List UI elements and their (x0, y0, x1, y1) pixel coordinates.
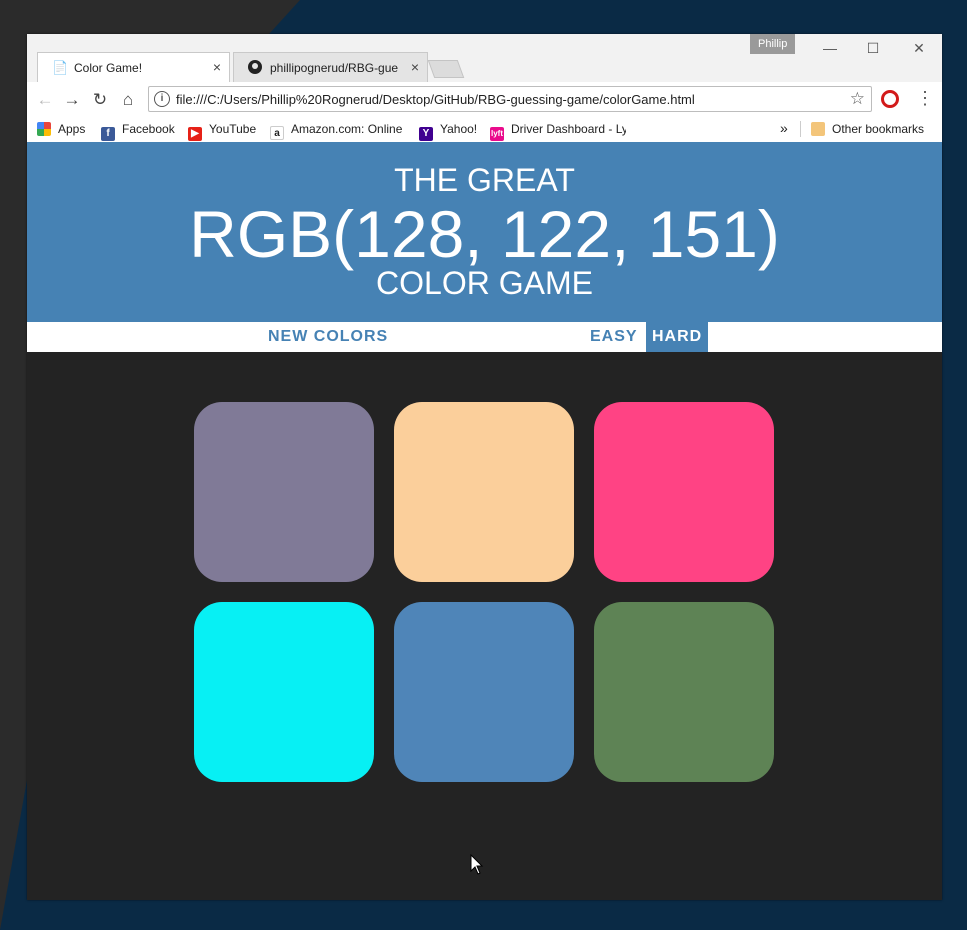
color-square[interactable] (594, 402, 774, 582)
youtube-icon: ▶ (188, 127, 202, 141)
bookmark-youtube[interactable]: ▶ YouTube (188, 122, 256, 141)
browser-menu-icon[interactable]: ⋮ (916, 88, 934, 108)
controls-stripe: NEW COLORS EASY HARD (27, 322, 942, 352)
header-title-top: THE GREAT (394, 162, 575, 198)
tab-color-game[interactable]: 📄 Color Game! × (37, 52, 230, 82)
minimize-button[interactable]: — (815, 38, 845, 58)
bookmarks-bar: Apps f Facebook ▶ YouTube a Amazon.com: Onl… (27, 118, 942, 143)
facebook-icon: f (101, 127, 115, 141)
bookmark-lyft[interactable]: lyft Driver Dashboard - Ly (490, 122, 626, 141)
game-header: THE GREAT RGB(128, 122, 151) COLOR GAME (27, 142, 942, 322)
tab-title: phillipognerud/RBG-gue (270, 61, 399, 75)
back-icon[interactable]: ← (35, 90, 55, 110)
new-tab-button[interactable] (427, 60, 465, 78)
target-rgb-display: RGB(128, 122, 151) (189, 197, 780, 271)
hard-mode-button[interactable]: HARD (646, 322, 709, 352)
color-square[interactable] (394, 602, 574, 782)
address-bar[interactable]: i file:///C:/Users/Phillip%20Rognerud/De… (148, 86, 872, 112)
header-title-bottom: COLOR GAME (376, 265, 593, 301)
apps-icon (37, 122, 51, 136)
color-game-page: THE GREAT RGB(128, 122, 151) COLOR GAME … (27, 142, 942, 900)
color-square[interactable] (394, 402, 574, 582)
new-colors-button[interactable]: NEW COLORS (262, 322, 394, 352)
lyft-icon: lyft (490, 127, 504, 141)
opera-extension-icon[interactable] (881, 90, 899, 108)
color-square[interactable] (194, 402, 374, 582)
maximize-button[interactable]: ☐ (858, 38, 888, 58)
bookmark-facebook[interactable]: f Facebook (101, 122, 175, 141)
bookmark-amazon[interactable]: a Amazon.com: Online (270, 122, 402, 140)
reload-icon[interactable]: ↻ (90, 90, 110, 110)
close-window-button[interactable]: ✕ (904, 38, 934, 58)
bookmark-apps[interactable]: Apps (37, 122, 85, 136)
profile-badge[interactable]: Phillip (750, 34, 796, 54)
browser-toolbar: ← → ↻ ⌂ i file:///C:/Users/Phillip%20Rog… (27, 82, 942, 119)
tab-close-icon[interactable]: × (213, 59, 221, 75)
easy-mode-button[interactable]: EASY (584, 322, 644, 352)
url-text[interactable]: file:///C:/Users/Phillip%20Rognerud/Desk… (176, 92, 695, 107)
bookmark-star-icon[interactable]: ☆ (850, 89, 865, 109)
page-icon: 📄 (52, 60, 69, 75)
github-icon (248, 60, 262, 77)
bookmark-yahoo[interactable]: Y Yahoo! (419, 122, 477, 141)
home-icon[interactable]: ⌂ (118, 90, 138, 110)
bookmarks-overflow-icon[interactable]: » (780, 120, 788, 136)
bookmark-other[interactable]: Other bookmarks (811, 122, 924, 136)
forward-icon[interactable]: → (62, 90, 82, 110)
tab-title: Color Game! (74, 61, 143, 75)
yahoo-icon: Y (419, 127, 433, 141)
tab-github[interactable]: phillipognerud/RBG-gue × (233, 52, 428, 82)
tab-close-icon[interactable]: × (411, 59, 419, 75)
tab-strip: Phillip — ☐ ✕ 📄 Color Game! × phillipogn… (27, 34, 942, 82)
mouse-cursor-icon (470, 854, 484, 875)
amazon-icon: a (270, 126, 284, 140)
folder-icon (811, 122, 825, 136)
bookmarks-divider (800, 121, 801, 137)
browser-window: Phillip — ☐ ✕ 📄 Color Game! × phillipogn… (27, 34, 942, 900)
info-icon[interactable]: i (154, 91, 170, 107)
color-square[interactable] (594, 602, 774, 782)
color-square[interactable] (194, 602, 374, 782)
